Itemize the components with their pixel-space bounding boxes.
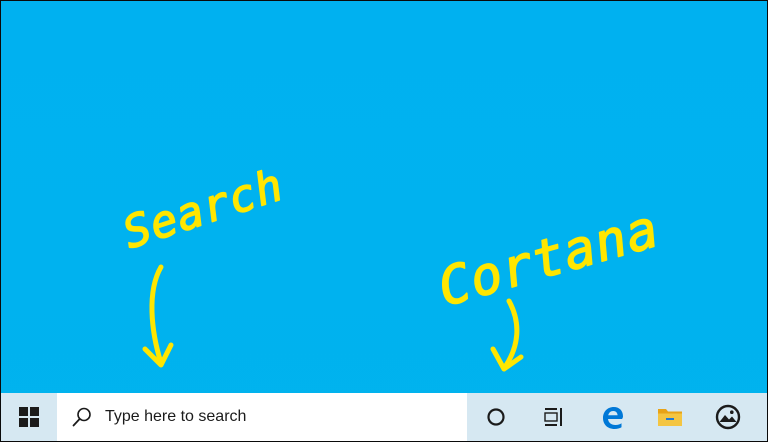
ink-annotations: Search Cortana (116, 159, 666, 372)
photos-icon (715, 404, 741, 430)
magnifier-icon (71, 406, 93, 428)
edge-button[interactable] (583, 393, 641, 441)
windows-logo-icon (19, 407, 39, 427)
search-box[interactable]: Type here to search (57, 393, 467, 441)
cortana-arrow-icon (502, 298, 520, 370)
search-placeholder: Type here to search (105, 408, 247, 425)
start-button[interactable] (1, 393, 57, 441)
folder-icon (658, 409, 682, 426)
taskbar-buttons (467, 393, 757, 441)
edge-icon (603, 407, 623, 429)
cortana-button[interactable] (467, 393, 525, 441)
cortana-ink-word: Cortana (431, 198, 666, 320)
file-explorer-button[interactable] (641, 393, 699, 441)
cortana-ring-icon (487, 408, 505, 426)
search-ink-word: Search (116, 159, 290, 260)
search-ink-label: Search (117, 160, 290, 259)
photos-button[interactable] (699, 393, 757, 441)
task-view-button[interactable] (525, 393, 583, 441)
cortana-ink-label: Cortana (432, 199, 666, 319)
desktop: Search Cortana Type here to search (0, 0, 768, 442)
taskbar: Type here to search (1, 393, 767, 441)
search-arrow-icon (149, 264, 164, 366)
task-view-icon (544, 408, 562, 426)
